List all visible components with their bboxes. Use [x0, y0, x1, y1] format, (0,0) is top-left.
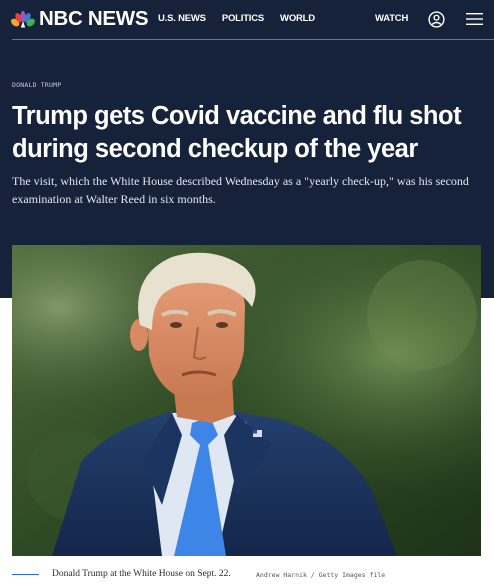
nav-item-world[interactable]: WORLD: [280, 13, 315, 25]
image-caption: Donald Trump at the White House on Sept.…: [52, 569, 231, 579]
article-lead-image: [12, 245, 481, 556]
article-eyebrow[interactable]: DONALD TRUMP: [12, 81, 61, 89]
hamburger-menu-icon[interactable]: [466, 12, 483, 26]
caption-accent-rule: [12, 574, 39, 575]
primary-nav: U.S. NEWS POLITICS WORLD: [158, 13, 315, 25]
site-header: NBC NEWS U.S. NEWS POLITICS WORLD WATCH: [0, 0, 494, 39]
portrait-illustration: [12, 245, 481, 556]
account-icon[interactable]: [428, 11, 445, 28]
nbc-peacock-icon: [11, 10, 35, 28]
watch-link[interactable]: WATCH: [375, 13, 408, 25]
header-divider: [12, 39, 494, 40]
nav-item-us-news[interactable]: U.S. NEWS: [158, 13, 206, 25]
article-dek: The visit, which the White House describ…: [12, 174, 469, 206]
article-headline: Trump gets Covid vaccine and flu shot du…: [12, 102, 462, 163]
nbc-news-logo[interactable]: NBC NEWS: [11, 7, 149, 30]
brand-wordmark: NBC NEWS: [39, 7, 149, 30]
nav-item-politics[interactable]: POLITICS: [222, 13, 264, 25]
image-credit: Andrew Harnik / Getty Images file: [256, 571, 386, 579]
